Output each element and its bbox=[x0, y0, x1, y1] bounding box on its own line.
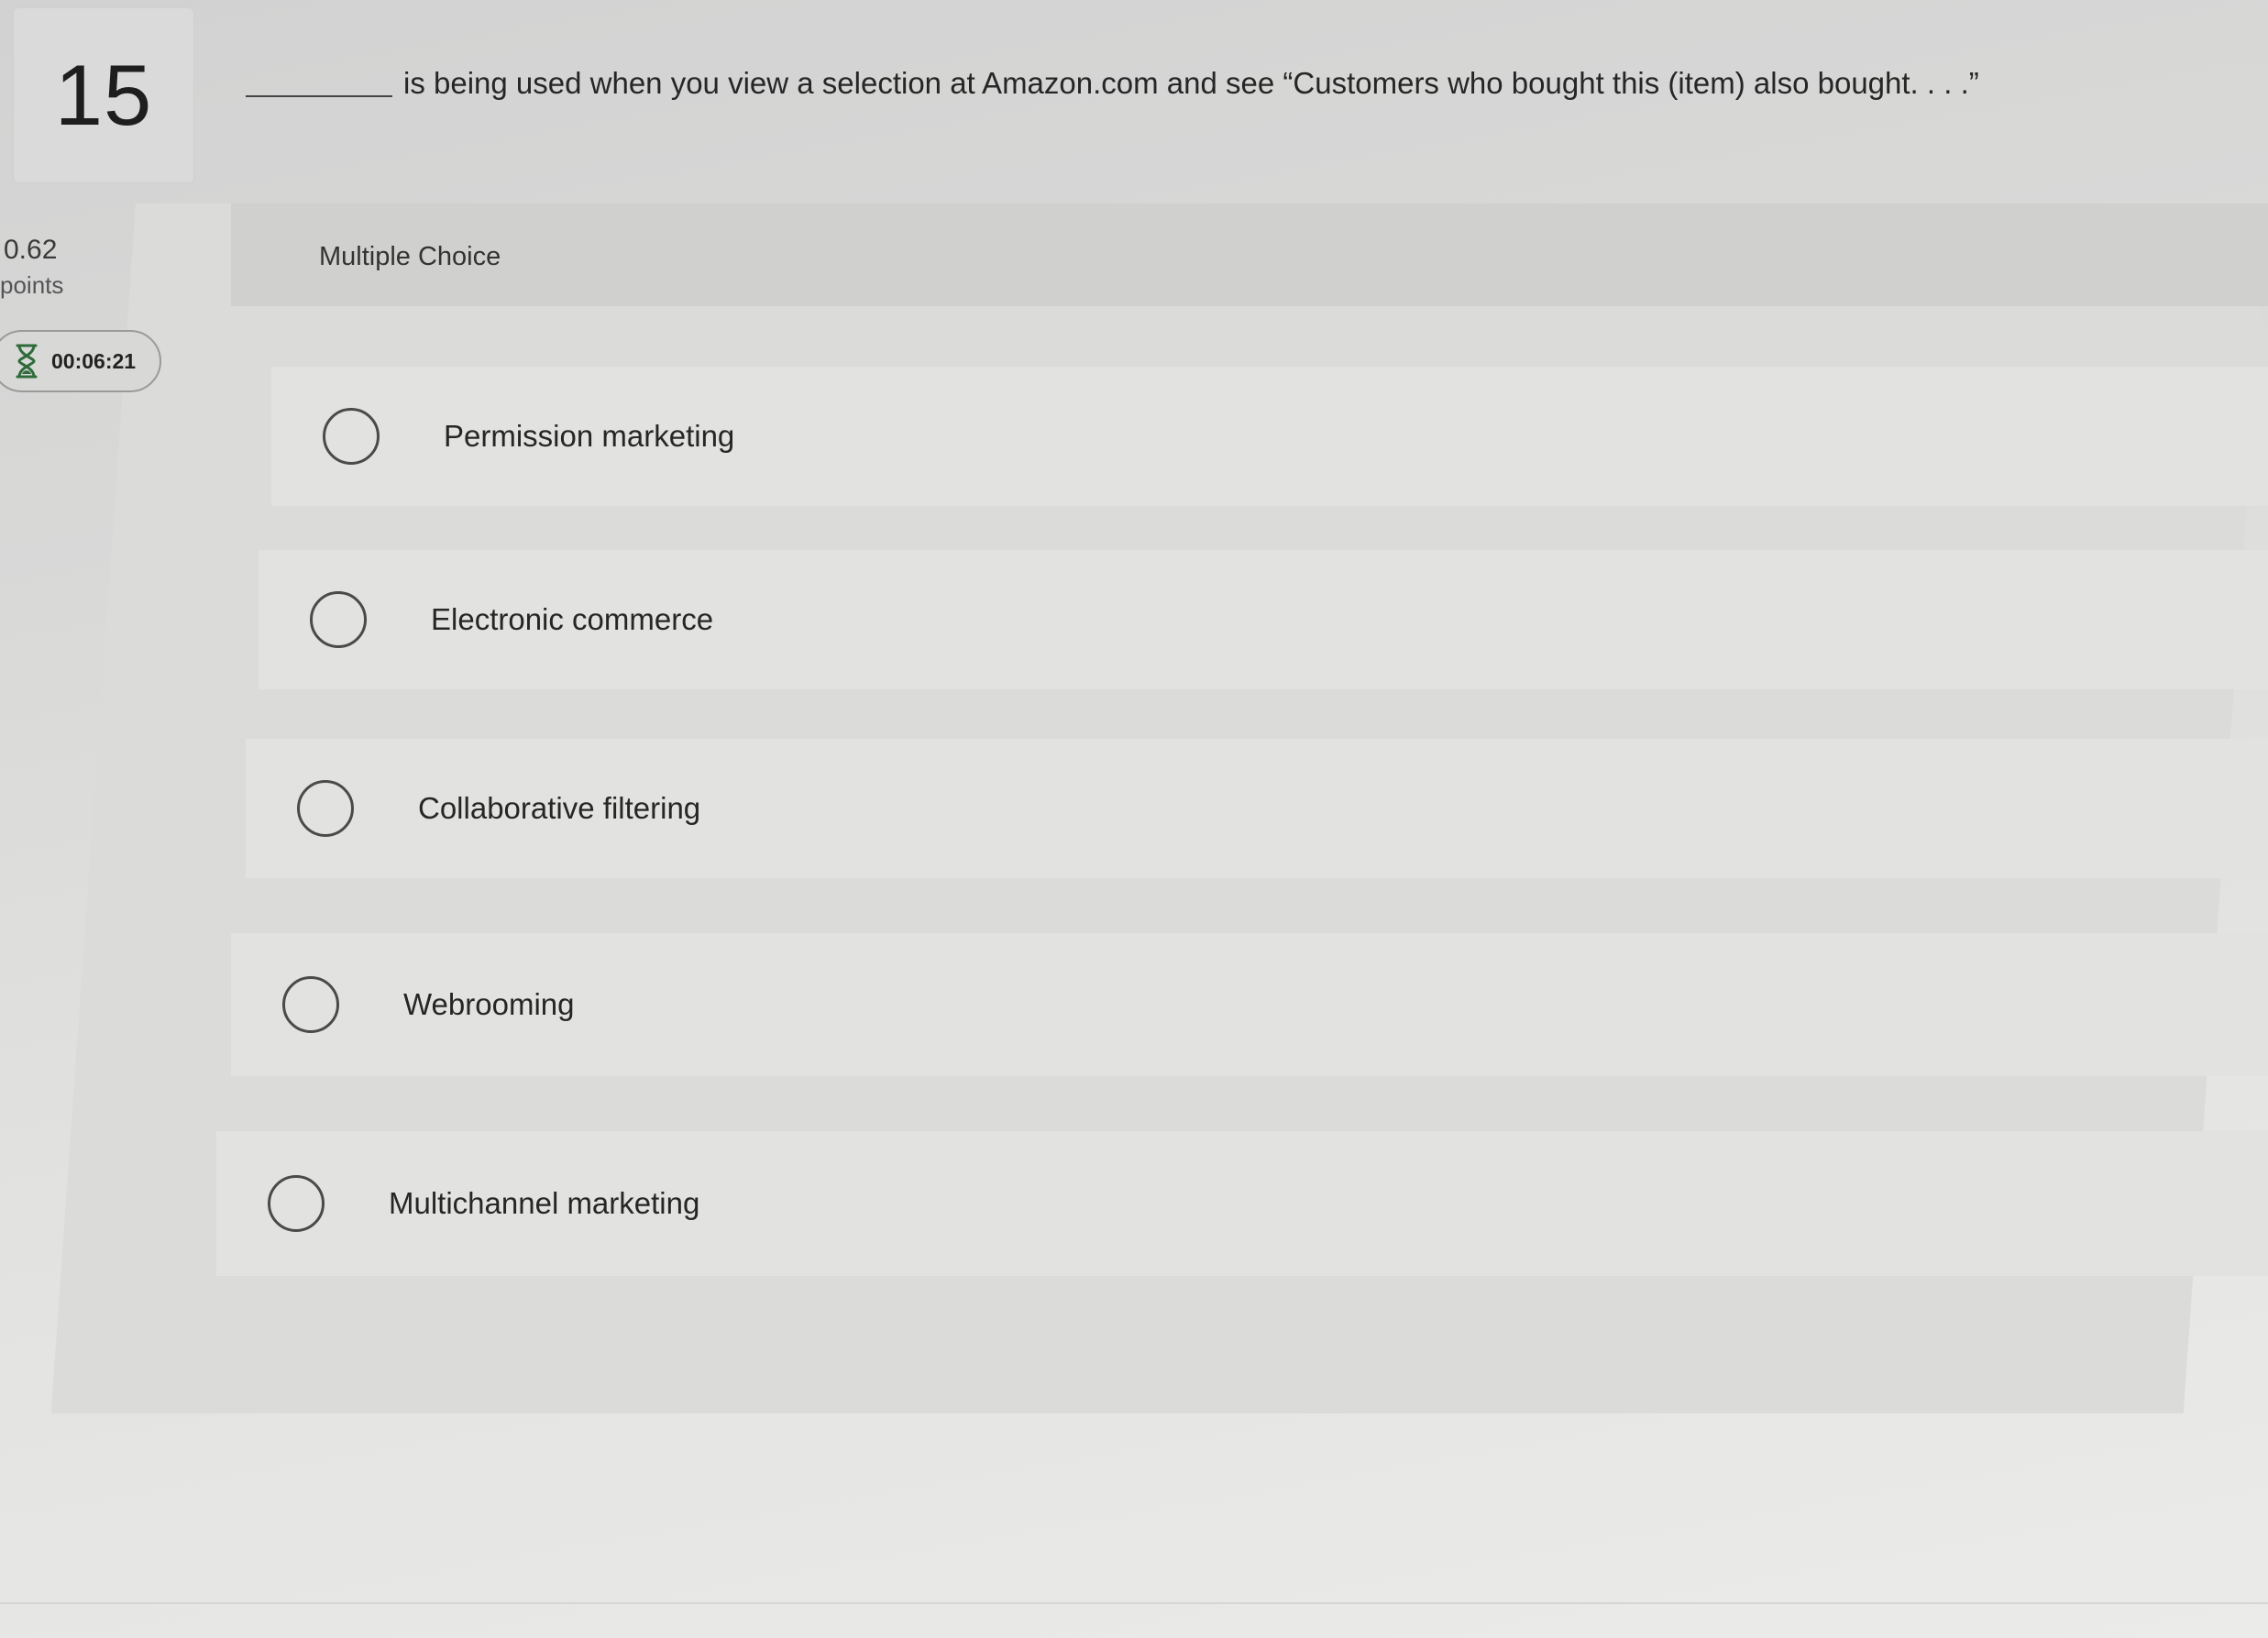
answer-option-label: Electronic commerce bbox=[431, 602, 714, 636]
answer-option-5[interactable]: Multichannel marketing bbox=[216, 1131, 2268, 1276]
page-divider bbox=[0, 1602, 2268, 1604]
timer-text: 00:06:21 bbox=[51, 348, 137, 373]
hourglass-icon bbox=[16, 344, 38, 379]
answer-option-label: Multichannel marketing bbox=[389, 1186, 700, 1220]
timer-pill[interactable]: 00:06:21 bbox=[0, 330, 161, 392]
answer-option-label: Permission marketing bbox=[444, 419, 735, 453]
question-type-header bbox=[231, 203, 2268, 306]
question-number: 15 bbox=[54, 47, 153, 143]
answer-option-label: Webrooming bbox=[403, 987, 575, 1021]
answer-option-3[interactable]: Collaborative filtering bbox=[246, 739, 2268, 878]
points-value: 0.62 bbox=[4, 235, 58, 265]
fill-in-blank bbox=[246, 95, 392, 97]
question-number-box: 15 bbox=[13, 7, 194, 183]
answer-option-2[interactable]: Electronic commerce bbox=[259, 550, 2268, 689]
radio-button[interactable] bbox=[282, 976, 339, 1033]
question-type-label: Multiple Choice bbox=[319, 242, 501, 271]
radio-button[interactable] bbox=[310, 591, 367, 648]
radio-button[interactable] bbox=[268, 1175, 325, 1232]
answer-option-1[interactable]: Permission marketing bbox=[271, 367, 2268, 506]
points-label: points bbox=[0, 271, 64, 299]
question-prompt: is being used when you view a selection … bbox=[246, 66, 1979, 101]
answer-option-label: Collaborative filtering bbox=[418, 791, 701, 825]
radio-button[interactable] bbox=[323, 408, 380, 465]
answer-option-4[interactable]: Webrooming bbox=[231, 933, 2268, 1076]
question-text: is being used when you view a selection … bbox=[403, 66, 1979, 100]
radio-button[interactable] bbox=[297, 780, 354, 837]
